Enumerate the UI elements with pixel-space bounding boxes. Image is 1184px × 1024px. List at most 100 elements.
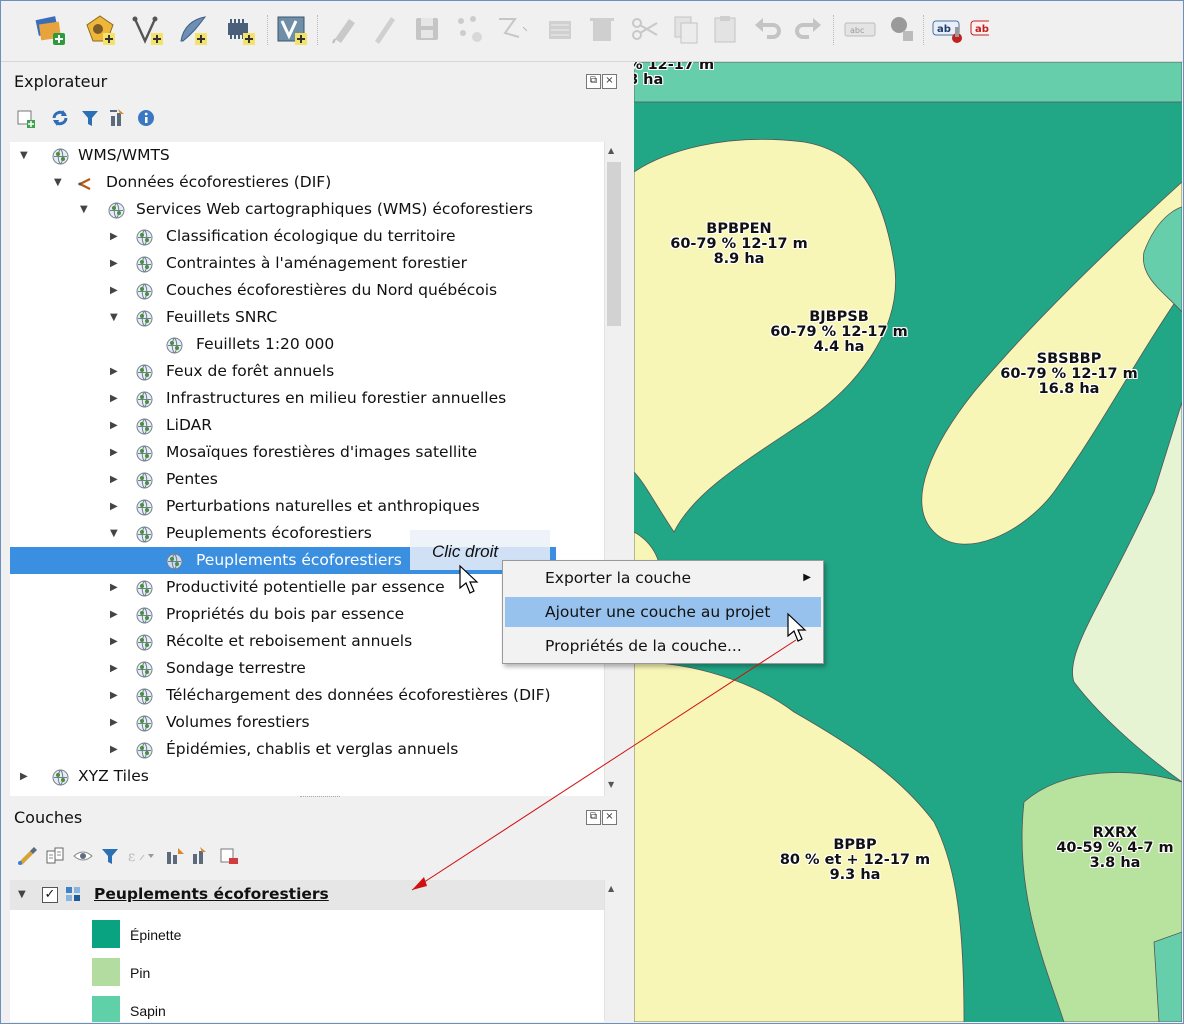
- expand-right-icon[interactable]: ▶: [110, 736, 122, 763]
- expand-right-icon[interactable]: ▶: [110, 574, 122, 601]
- redo-icon[interactable]: [791, 13, 825, 47]
- splitter-handle[interactable]: [300, 796, 340, 803]
- expand-right-icon[interactable]: ▶: [110, 385, 122, 412]
- expand-down-icon[interactable]: ▼: [110, 304, 122, 331]
- add-selected-layers-icon[interactable]: [16, 108, 36, 128]
- add-layer-icon[interactable]: [33, 13, 67, 47]
- layer-visibility-checkbox[interactable]: ✓: [42, 887, 58, 903]
- tree-item-label: Pentes: [166, 470, 218, 488]
- undo-icon[interactable]: [751, 13, 785, 47]
- tree-item[interactable]: ▶ Mosaïques forestières d'images satellit…: [10, 439, 604, 466]
- tree-item[interactable]: ▶ Infrastructures en milieu forestier ann…: [10, 385, 604, 412]
- tree-item[interactable]: ▶ Perturbations naturelles et anthropique…: [10, 493, 604, 520]
- pin-labels-icon[interactable]: [885, 13, 919, 47]
- current-edits-icon[interactable]: [327, 13, 361, 47]
- filter-legend-icon[interactable]: [100, 846, 122, 866]
- copy-features-icon[interactable]: [669, 13, 703, 47]
- map-label-line: 60-79 % 12-17 m: [770, 324, 908, 340]
- visibility-icon[interactable]: [72, 846, 94, 866]
- tree-item[interactable]: ▼ Services Web cartographiques (WMS) écof…: [10, 196, 604, 223]
- tree-item[interactable]: ▶ Téléchargement des données écoforestièr…: [10, 682, 604, 709]
- move-label-icon[interactable]: ab: [969, 13, 1003, 47]
- style-manager-icon[interactable]: [16, 846, 38, 866]
- new-shapefile-icon[interactable]: [175, 13, 209, 47]
- tree-item[interactable]: ▼ WMS/WMTS: [10, 142, 604, 169]
- menu-item-layer-properties[interactable]: Propriétés de la couche...: [505, 631, 821, 661]
- float-layers-button[interactable]: ⧉: [586, 810, 601, 825]
- expand-right-icon[interactable]: ▶: [110, 466, 122, 493]
- expand-right-icon[interactable]: ▶: [110, 223, 122, 250]
- wms-globe-icon: [52, 768, 69, 786]
- expand-down-icon[interactable]: ▼: [20, 142, 32, 169]
- expand-right-icon[interactable]: ▶: [110, 439, 122, 466]
- collapse-layers-icon[interactable]: [190, 846, 212, 866]
- expand-right-icon[interactable]: ▶: [110, 628, 122, 655]
- tree-item[interactable]: ▶ XYZ Tiles: [10, 763, 604, 790]
- expand-right-icon[interactable]: ▶: [110, 709, 122, 736]
- wms-layer-icon: [66, 887, 80, 901]
- tree-item-label: Contraintes à l'aménagement forestier: [166, 254, 467, 272]
- virtual-layer-icon[interactable]: [275, 13, 309, 47]
- expand-down-icon[interactable]: ▼: [54, 169, 66, 196]
- menu-item-add-layer-to-project[interactable]: Ajouter une couche au projet: [505, 597, 821, 627]
- paste-features-icon[interactable]: [709, 13, 743, 47]
- expand-down-icon[interactable]: ▼: [110, 520, 122, 547]
- layers-scroll-up-icon[interactable]: ▲: [608, 884, 614, 893]
- tree-item[interactable]: ▶ Feux de forêt annuels: [10, 358, 604, 385]
- map-label-line: 60-79 % 12-17 m: [670, 236, 808, 252]
- expand-right-icon[interactable]: ▶: [20, 763, 32, 790]
- tree-item[interactable]: ▶ Couches écoforestières du Nord québécoi…: [10, 277, 604, 304]
- tree-item[interactable]: ▶ Épidémies, chablis et verglas annuels: [10, 736, 604, 763]
- menu-item-export-layer[interactable]: Exporter la couche ▶: [505, 563, 821, 593]
- close-panel-button[interactable]: ×: [602, 74, 617, 89]
- scrollbar-thumb[interactable]: [607, 162, 621, 326]
- expand-right-icon[interactable]: ▶: [110, 655, 122, 682]
- close-layers-button[interactable]: ×: [602, 810, 617, 825]
- tree-item[interactable]: ▶ Contraintes à l'aménagement forestier: [10, 250, 604, 277]
- expand-arrow-icon[interactable]: ▼: [18, 889, 26, 900]
- tree-item[interactable]: ▶ LiDAR: [10, 412, 604, 439]
- tree-item[interactable]: ▶ Pentes: [10, 466, 604, 493]
- add-point-icon[interactable]: [453, 13, 487, 47]
- delete-selected-icon[interactable]: [585, 13, 619, 47]
- wms-globe-icon: [108, 201, 125, 219]
- save-edits-icon[interactable]: [411, 13, 445, 47]
- refresh-icon[interactable]: [50, 108, 70, 128]
- spatialite-layer-icon[interactable]: [83, 13, 117, 47]
- scroll-down-icon[interactable]: ▼: [608, 780, 614, 789]
- new-geopackage-icon[interactable]: [131, 13, 165, 47]
- tree-item[interactable]: ▼ Données écoforestieres (DIF): [10, 169, 604, 196]
- expand-right-icon[interactable]: ▶: [110, 601, 122, 628]
- filter-browser-icon[interactable]: [80, 108, 100, 128]
- expand-down-icon[interactable]: ▼: [80, 196, 92, 223]
- browser-scrollbar[interactable]: ▲ ▼: [604, 142, 623, 796]
- cut-features-icon[interactable]: [629, 13, 663, 47]
- tree-item[interactable]: ▶ Classification écologique du territoire: [10, 223, 604, 250]
- collapse-all-icon[interactable]: [108, 108, 128, 128]
- layers-scrollbar[interactable]: ▲: [604, 880, 623, 1020]
- tree-item[interactable]: Feuillets 1:20 000: [10, 331, 604, 358]
- toggle-editing-icon[interactable]: [367, 13, 401, 47]
- expand-right-icon[interactable]: ▶: [110, 358, 122, 385]
- expand-right-icon[interactable]: ▶: [110, 682, 122, 709]
- modify-attributes-icon[interactable]: [545, 13, 579, 47]
- tree-item[interactable]: ▼ Feuillets SNRC: [10, 304, 604, 331]
- add-group-icon[interactable]: [44, 846, 66, 866]
- tree-item[interactable]: ▶ Volumes forestiers: [10, 709, 604, 736]
- expand-right-icon[interactable]: ▶: [110, 493, 122, 520]
- label-toolbar-icon[interactable]: abc: [843, 13, 877, 47]
- scroll-up-icon[interactable]: ▲: [608, 146, 614, 155]
- filter-expression-icon[interactable]: ε: [126, 846, 156, 866]
- new-memory-layer-icon[interactable]: [223, 13, 257, 47]
- expand-right-icon[interactable]: ▶: [110, 277, 122, 304]
- vertex-tool-icon[interactable]: [495, 13, 529, 47]
- expand-right-icon[interactable]: ▶: [110, 250, 122, 277]
- map-canvas[interactable]: % 12-17 m8 haBPBPEN60-79 % 12-17 m8.9 ha…: [634, 62, 1182, 1022]
- expand-all-icon[interactable]: [164, 846, 186, 866]
- tree-item-label: Épidémies, chablis et verglas annuels: [166, 740, 459, 758]
- info-icon[interactable]: [136, 108, 156, 128]
- expand-right-icon[interactable]: ▶: [110, 412, 122, 439]
- remove-layer-icon[interactable]: [218, 846, 240, 866]
- float-panel-button[interactable]: ⧉: [586, 74, 601, 89]
- show-hide-labels-icon[interactable]: ab: [931, 13, 965, 47]
